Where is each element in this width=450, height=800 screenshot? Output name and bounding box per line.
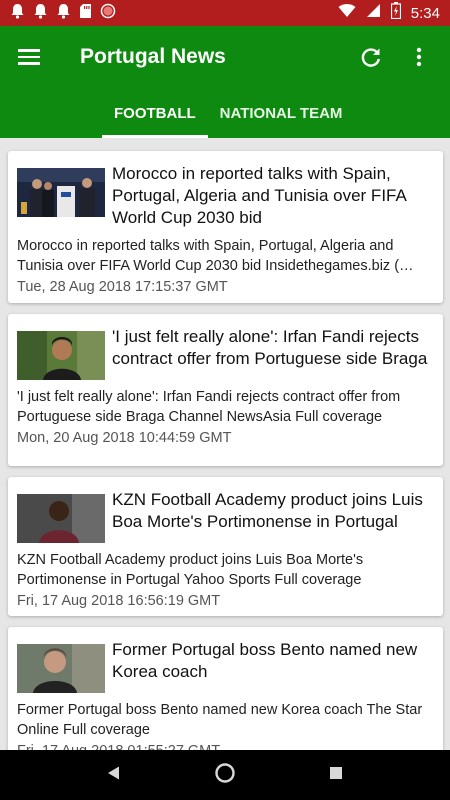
status-bar: 5:34 <box>0 0 450 26</box>
article-thumbnail <box>17 168 105 217</box>
article-date: Fri, 17 Aug 2018 16:56:19 GMT <box>17 593 221 609</box>
signal-icon <box>366 3 381 23</box>
article-title: 'I just felt really alone': Irfan Fandi … <box>112 327 428 368</box>
wifi-icon <box>338 3 356 23</box>
bell-icon <box>10 3 25 24</box>
article-title: Morocco in reported talks with Spain, Po… <box>112 164 406 227</box>
article-title: Former Portugal boss Bento named new Kor… <box>112 640 418 681</box>
article-description: KZN Football Academy product joins Luis … <box>17 552 364 588</box>
system-navigation-bar <box>0 750 450 800</box>
article-thumbnail <box>17 644 105 693</box>
home-icon[interactable] <box>214 762 236 789</box>
more-vert-icon[interactable] <box>406 44 432 70</box>
news-card[interactable]: 'I just felt really alone': Irfan Fandi … <box>8 314 443 466</box>
app-title: Portugal News <box>80 45 226 68</box>
article-thumbnail <box>17 331 105 380</box>
recents-icon[interactable] <box>328 765 344 786</box>
news-card[interactable]: KZN Football Academy product joins Luis … <box>8 477 443 616</box>
toolbar: Portugal News <box>0 26 450 88</box>
article-date: Fri, 17 Aug 2018 01:55:27 GMT <box>17 741 434 750</box>
article-date: Mon, 20 Aug 2018 10:44:59 GMT <box>17 430 232 446</box>
battery-icon <box>390 2 401 24</box>
hamburger-menu-icon[interactable] <box>18 44 44 70</box>
bell-icon <box>33 3 48 24</box>
news-card[interactable]: Morocco in reported talks with Spain, Po… <box>8 151 443 303</box>
tab-football[interactable]: FOOTBALL <box>102 88 208 138</box>
notification-icons <box>10 3 116 24</box>
app-bar: Portugal News FOOTBALL NATIONAL TEAM <box>0 26 450 138</box>
news-card[interactable]: Former Portugal boss Bento named new Kor… <box>8 627 443 750</box>
tab-bar: FOOTBALL NATIONAL TEAM <box>0 88 450 138</box>
article-thumbnail <box>17 494 105 543</box>
article-description: 'I just felt really alone': Irfan Fandi … <box>17 389 401 425</box>
status-time: 5:34 <box>410 4 440 22</box>
tab-national-team[interactable]: NATIONAL TEAM <box>208 88 355 138</box>
bell-icon <box>56 3 71 24</box>
sd-card-icon <box>79 3 92 24</box>
article-title: KZN Football Academy product joins Luis … <box>112 490 423 531</box>
system-status: 5:34 <box>338 2 440 24</box>
article-description: Morocco in reported talks with Spain, Po… <box>17 238 414 274</box>
circle-icon <box>100 3 116 24</box>
refresh-icon[interactable] <box>358 44 384 70</box>
article-date: Tue, 28 Aug 2018 17:15:37 GMT <box>17 279 228 295</box>
news-feed[interactable]: Morocco in reported talks with Spain, Po… <box>0 138 450 750</box>
toolbar-actions <box>358 44 432 70</box>
article-description: Former Portugal boss Bento named new Kor… <box>17 702 423 738</box>
back-icon[interactable] <box>106 765 122 786</box>
